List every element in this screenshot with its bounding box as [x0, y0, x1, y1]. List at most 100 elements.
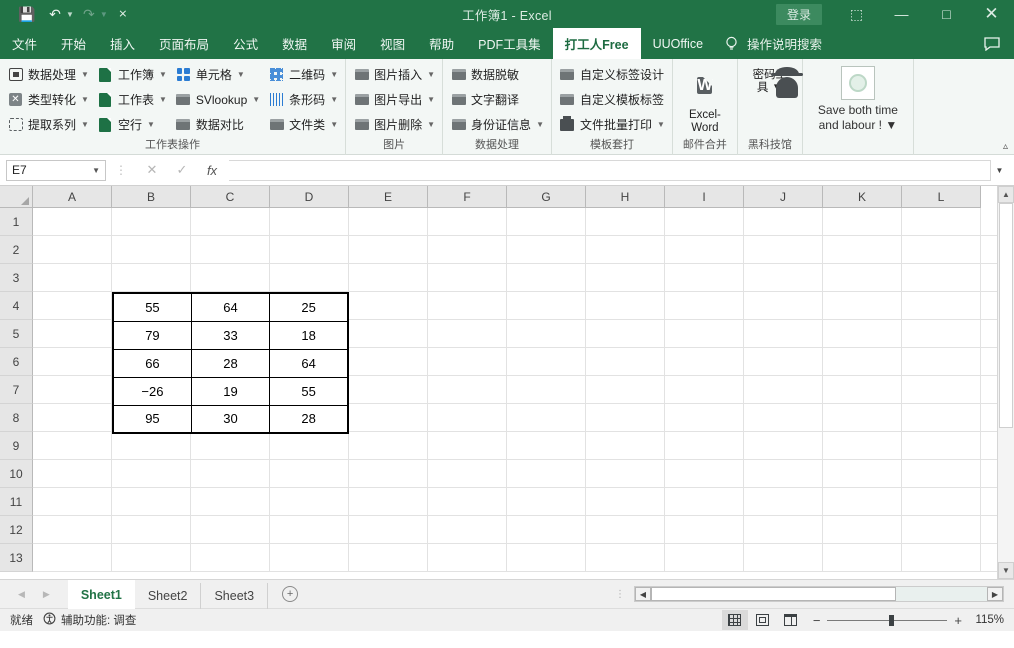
cell-J6[interactable] — [744, 348, 823, 376]
cell-D6[interactable]: 64 — [269, 348, 349, 378]
cell-L8[interactable] — [902, 404, 981, 432]
cell-J5[interactable] — [744, 320, 823, 348]
column-header-I[interactable]: I — [665, 186, 744, 208]
button-extract-series[interactable]: 提取系列 ▼ — [3, 112, 93, 137]
cell-A6[interactable] — [33, 348, 112, 376]
cell-A9[interactable] — [33, 432, 112, 460]
cell-G13[interactable] — [507, 544, 586, 572]
cell-K12[interactable] — [823, 516, 902, 544]
cell-B6[interactable]: 66 — [112, 348, 192, 378]
cell-C8[interactable]: 30 — [190, 404, 271, 434]
button-worksheet[interactable]: 工作表 ▼ — [93, 87, 171, 112]
cell-G9[interactable] — [507, 432, 586, 460]
row-header-11[interactable]: 11 — [0, 488, 33, 516]
cell-D11[interactable] — [270, 488, 349, 516]
cell-H9[interactable] — [586, 432, 665, 460]
cell-C9[interactable] — [191, 432, 270, 460]
cell-A12[interactable] — [33, 516, 112, 544]
column-header-F[interactable]: F — [428, 186, 507, 208]
button-svlookup[interactable]: SVlookup ▼ — [171, 87, 264, 112]
button-data-masking[interactable]: 数据脱敏 — [446, 62, 548, 87]
chevron-down-icon[interactable]: ▼ — [885, 118, 897, 132]
column-header-K[interactable]: K — [823, 186, 902, 208]
cell-A2[interactable] — [33, 236, 112, 264]
cell-D2[interactable] — [270, 236, 349, 264]
cell-H3[interactable] — [586, 264, 665, 292]
tell-me-search[interactable]: 操作说明搜索 — [743, 28, 834, 59]
cell-H6[interactable] — [586, 348, 665, 376]
row-header-6[interactable]: 6 — [0, 348, 33, 376]
cell-L10[interactable] — [902, 460, 981, 488]
chevron-down-icon[interactable]: ▼ — [427, 120, 435, 129]
cell-D9[interactable] — [270, 432, 349, 460]
chevron-down-icon[interactable]: ▼ — [330, 70, 338, 79]
cell-L11[interactable] — [902, 488, 981, 516]
row-header-4[interactable]: 4 — [0, 292, 33, 320]
cell-D4[interactable]: 25 — [269, 292, 349, 322]
cell-G1[interactable] — [507, 208, 586, 236]
cell-F4[interactable] — [428, 292, 507, 320]
data-table[interactable]: 55 64 25 79 33 18 66 28 64 −26 19 55 95 30 28 — [112, 292, 349, 434]
sheet-tab-sheet2[interactable]: Sheet2 — [135, 582, 202, 609]
column-header-L[interactable]: L — [902, 186, 981, 208]
cell-B3[interactable] — [112, 264, 191, 292]
cell-F7[interactable] — [428, 376, 507, 404]
cell-A8[interactable] — [33, 404, 112, 432]
cell-K9[interactable] — [823, 432, 902, 460]
column-header-G[interactable]: G — [507, 186, 586, 208]
cell-I8[interactable] — [665, 404, 744, 432]
cell-E3[interactable] — [349, 264, 428, 292]
cell-J9[interactable] — [744, 432, 823, 460]
cell-F8[interactable] — [428, 404, 507, 432]
cell-F3[interactable] — [428, 264, 507, 292]
cell-H5[interactable] — [586, 320, 665, 348]
cell-C7[interactable]: 19 — [190, 376, 271, 406]
column-header-C[interactable]: C — [191, 186, 270, 208]
cell-I7[interactable] — [665, 376, 744, 404]
button-barcode[interactable]: 条形码 ▼ — [264, 87, 342, 112]
cell-D1[interactable] — [270, 208, 349, 236]
zoom-percentage[interactable]: 115% — [970, 614, 1014, 626]
cell-D10[interactable] — [270, 460, 349, 488]
cell-C2[interactable] — [191, 236, 270, 264]
cell-E9[interactable] — [349, 432, 428, 460]
cell-B13[interactable] — [112, 544, 191, 572]
chevron-down-icon[interactable]: ▼ — [81, 95, 89, 104]
cell-K8[interactable] — [823, 404, 902, 432]
chevron-down-icon[interactable]: ▼ — [81, 120, 89, 129]
cell-B5[interactable]: 79 — [112, 320, 192, 350]
cell-L7[interactable] — [902, 376, 981, 404]
cell-C10[interactable] — [191, 460, 270, 488]
tab-formulas[interactable]: 公式 — [221, 28, 270, 59]
button-batch-print[interactable]: 文件批量打印 ▼ — [555, 112, 669, 137]
ribbon-display-options-icon[interactable]: ⬚ — [834, 0, 879, 28]
cell-I10[interactable] — [665, 460, 744, 488]
cell-L1[interactable] — [902, 208, 981, 236]
page-layout-view-icon[interactable] — [750, 610, 776, 630]
cell-K13[interactable] — [823, 544, 902, 572]
sheet-tab-sheet1[interactable]: Sheet1 — [67, 579, 135, 609]
cell-J13[interactable] — [744, 544, 823, 572]
cell-D5[interactable]: 18 — [269, 320, 349, 350]
chevron-down-icon[interactable]: ▼ — [237, 70, 245, 79]
cell-I13[interactable] — [665, 544, 744, 572]
button-custom-label-design[interactable]: 自定义标签设计 — [555, 62, 669, 87]
password-tool-button[interactable]: 密码工 具 ▼ — [741, 62, 799, 138]
cell-L9[interactable] — [902, 432, 981, 460]
zoom-in-icon[interactable]: + — [954, 613, 962, 628]
button-custom-template-label[interactable]: 自定义模板标签 — [555, 87, 669, 112]
cell-G5[interactable] — [507, 320, 586, 348]
button-blank-rows[interactable]: 空行 ▼ — [93, 112, 171, 137]
button-picture-export[interactable]: 图片导出 ▼ — [349, 87, 439, 112]
button-picture-insert[interactable]: 图片插入 ▼ — [349, 62, 439, 87]
cell-D3[interactable] — [270, 264, 349, 292]
button-qrcode[interactable]: 二维码 ▼ — [264, 62, 342, 87]
cell-K7[interactable] — [823, 376, 902, 404]
cell-E1[interactable] — [349, 208, 428, 236]
row-header-7[interactable]: 7 — [0, 376, 33, 404]
cell-K2[interactable] — [823, 236, 902, 264]
column-header-D[interactable]: D — [270, 186, 349, 208]
comments-icon[interactable] — [970, 28, 1014, 59]
row-header-5[interactable]: 5 — [0, 320, 33, 348]
cell-B11[interactable] — [112, 488, 191, 516]
